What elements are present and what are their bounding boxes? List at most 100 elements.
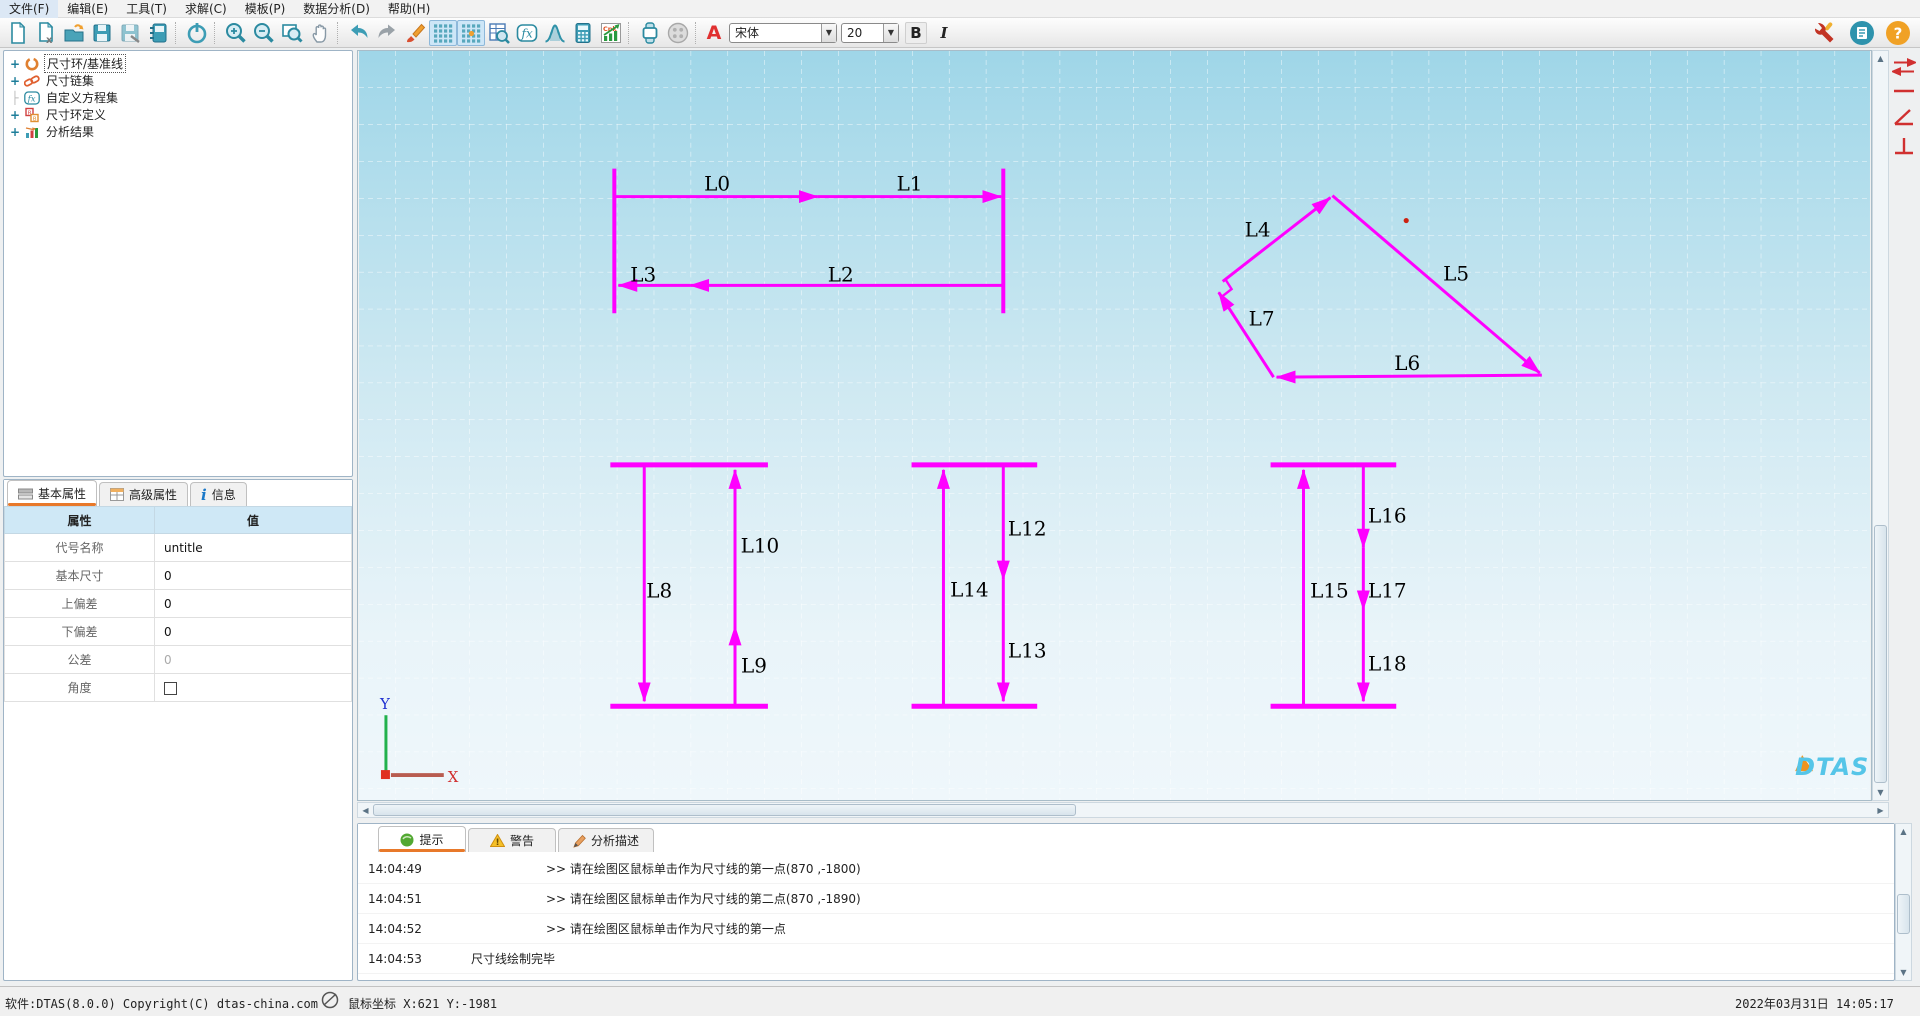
menu-file[interactable]: 文件(F) <box>0 0 58 18</box>
angle-icon[interactable] <box>1892 107 1920 130</box>
horizontal-line-icon[interactable] <box>1892 85 1920 99</box>
power-icon[interactable] <box>183 20 211 46</box>
pan-hand-icon[interactable] <box>306 20 334 46</box>
open-folder-icon[interactable] <box>60 20 88 46</box>
scroll-down-arrow[interactable]: ▼ <box>1896 965 1911 980</box>
properties-table: 属性 值 代号名称untitle 基本尺寸0 上偏差0 下偏差0 公差0 角度 <box>4 506 352 702</box>
function-fx-icon[interactable]: fx <box>513 20 541 46</box>
font-size-value: 20 <box>847 26 862 40</box>
scroll-up-arrow[interactable]: ▲ <box>1896 824 1911 839</box>
zoom-in-icon[interactable] <box>222 20 250 46</box>
tree-item-dimension-loop-baseline[interactable]: + 尺寸环/基准线 <box>4 55 352 72</box>
property-value-field[interactable]: 0 <box>155 590 352 618</box>
angle-checkbox[interactable] <box>164 682 177 695</box>
grid-icon[interactable] <box>429 20 457 46</box>
expand-icon[interactable]: + <box>10 57 20 71</box>
scrollbar-thumb[interactable] <box>373 804 1076 816</box>
scroll-left-arrow[interactable]: ◀ <box>358 803 373 817</box>
font-size-select[interactable]: 20 ▼ <box>841 23 899 43</box>
tab-analysis-description[interactable]: 分析描述 <box>558 828 654 852</box>
dtas-logo: DTAS <box>1795 753 1869 781</box>
undo-icon[interactable] <box>345 20 373 46</box>
pencil-icon <box>573 834 586 848</box>
tab-warnings[interactable]: ! 警告 <box>468 828 556 852</box>
watch-band-icon[interactable] <box>636 20 664 46</box>
property-value-field[interactable]: 0 <box>155 562 352 590</box>
log-entry: 14:04:51>> 请在绘图区鼠标单击作为尺寸线的第二点(870 ,-1890… <box>358 884 1894 914</box>
scroll-up-arrow[interactable]: ▲ <box>1873 51 1888 66</box>
button-holes-icon[interactable] <box>664 20 692 46</box>
menu-data-analysis[interactable]: 数据分析(D) <box>294 0 379 18</box>
scrollbar-thumb[interactable] <box>1874 525 1887 783</box>
dim-label: L0 <box>704 172 730 196</box>
zoom-region-icon[interactable] <box>278 20 306 46</box>
message-log-panel: 提示 ! 警告 分析描述 14:04:49>> 请在绘图区鼠标单击作为尺寸线的第… <box>357 823 1895 981</box>
perpendicular-icon[interactable] <box>1892 136 1920 159</box>
menu-template[interactable]: 模板(P) <box>236 0 295 18</box>
table-row: 下偏差0 <box>5 618 352 646</box>
expand-icon[interactable]: + <box>10 74 20 88</box>
menu-tools[interactable]: 工具(T) <box>117 0 176 18</box>
menu-solve[interactable]: 求解(C) <box>176 0 236 18</box>
log-time: 14:04:49 <box>368 862 422 876</box>
tab-basic-properties[interactable]: 基本属性 <box>7 480 97 506</box>
canvas-vertical-scrollbar[interactable]: ▲ ▼ <box>1872 50 1889 801</box>
tab-label: 信息 <box>212 486 236 503</box>
canvas-horizontal-scrollbar[interactable]: ◀ ▶ <box>357 802 1889 818</box>
dim-label: L7 <box>1249 306 1275 330</box>
dim-label: L8 <box>646 579 672 603</box>
log-tabs: 提示 ! 警告 分析描述 <box>358 824 1894 852</box>
font-color-button[interactable]: A <box>703 22 725 44</box>
tree-item-custom-equations[interactable]: ├ fx 自定义方程集 <box>4 89 352 106</box>
font-family-select[interactable]: 宋体 ▼ <box>729 23 837 43</box>
tab-advanced-properties[interactable]: 高级属性 <box>99 482 188 506</box>
menu-help[interactable]: 帮助(H) <box>379 0 439 18</box>
property-value-field[interactable]: untitle <box>155 534 352 562</box>
italic-button[interactable]: I <box>933 22 955 44</box>
save-icon[interactable] <box>88 20 116 46</box>
calculator-icon[interactable] <box>569 20 597 46</box>
property-value-field: 0 <box>155 646 352 674</box>
format-brush-icon[interactable] <box>401 20 429 46</box>
info-icon: i <box>201 486 207 504</box>
tree-item-dimension-chain-set[interactable]: + 尺寸链集 <box>4 72 352 89</box>
x-axis-label: X <box>448 768 459 786</box>
help-icon[interactable]: ? <box>1884 20 1912 46</box>
menu-edit[interactable]: 编辑(E) <box>58 0 117 18</box>
bar-chart-icon <box>24 124 40 140</box>
report-preview-icon[interactable] <box>485 20 513 46</box>
scrollbar-thumb[interactable] <box>1897 894 1910 934</box>
tools-wrench-icon[interactable] <box>1812 20 1840 46</box>
fx-icon: fx <box>24 90 40 106</box>
hint-ball-icon <box>400 833 414 847</box>
cpk-chart-icon[interactable]: Cpk <box>597 20 625 46</box>
save-as-icon[interactable] <box>116 20 144 46</box>
property-value-field[interactable]: 0 <box>155 618 352 646</box>
tab-info[interactable]: i 信息 <box>190 482 247 506</box>
tab-hints[interactable]: 提示 <box>378 826 466 852</box>
manual-book-icon[interactable] <box>1848 20 1876 46</box>
grid-highlight-icon[interactable] <box>457 20 485 46</box>
redo-icon[interactable] <box>373 20 401 46</box>
bold-button[interactable]: B <box>905 22 927 44</box>
distribution-curve-icon[interactable] <box>541 20 569 46</box>
expand-icon[interactable]: + <box>10 108 20 122</box>
new-file-icon[interactable] <box>4 20 32 46</box>
drawing-canvas[interactable]: L0 L1 L2 L3 L4 L5 L6 L7 L8 L9 L10 L12 L1… <box>357 50 1872 801</box>
zoom-out-icon[interactable] <box>250 20 278 46</box>
canvas-grid <box>359 51 1870 800</box>
table-row: 基本尺寸0 <box>5 562 352 590</box>
log-vertical-scrollbar[interactable]: ▲ ▼ <box>1895 823 1912 981</box>
tree-item-analysis-results[interactable]: + 分析结果 <box>4 123 352 140</box>
scroll-down-arrow[interactable]: ▼ <box>1873 785 1888 800</box>
tab-label: 基本属性 <box>38 485 86 502</box>
scroll-right-arrow[interactable]: ▶ <box>1873 803 1888 817</box>
expand-icon[interactable]: + <box>10 125 20 139</box>
notebook-icon[interactable] <box>144 20 172 46</box>
tree-item-dimension-loop-definition[interactable]: + RB 尺寸环定义 <box>4 106 352 123</box>
dim-label: L2 <box>828 262 854 286</box>
new-file-close-icon[interactable]: x <box>32 20 60 46</box>
swap-arrows-icon[interactable] <box>1892 58 1920 79</box>
chevron-down-icon: ▼ <box>883 24 898 42</box>
dim-label: L13 <box>1008 638 1047 662</box>
